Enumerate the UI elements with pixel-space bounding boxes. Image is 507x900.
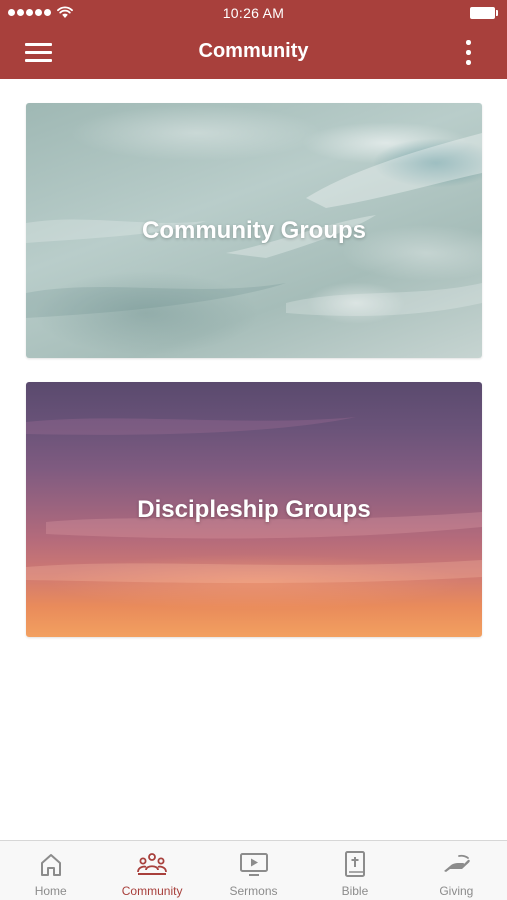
- play-screen-icon: [239, 853, 268, 876]
- tab-community[interactable]: Community: [101, 841, 202, 900]
- tab-bar: Home Community Sermons Bible Giving: [0, 840, 507, 900]
- status-time: 10:26 AM: [222, 5, 285, 21]
- giving-hand-icon: [444, 854, 471, 872]
- app-header: 10:26 AM Community: [0, 0, 507, 79]
- card-title: Discipleship Groups: [137, 495, 371, 523]
- nav-bar: Community: [0, 26, 507, 79]
- page-title: Community: [198, 40, 309, 62]
- discipleship-groups-card[interactable]: Discipleship Groups: [26, 382, 482, 637]
- tab-home[interactable]: Home: [0, 841, 101, 900]
- vertical-ellipsis-icon[interactable]: [456, 38, 480, 68]
- battery-icon: [470, 7, 498, 19]
- status-bar: 10:26 AM: [0, 0, 507, 26]
- tab-label: Home: [34, 884, 67, 898]
- community-groups-card[interactable]: Community Groups: [26, 103, 482, 358]
- tab-label: Community: [121, 884, 183, 898]
- home-icon: [40, 854, 61, 876]
- tab-sermons[interactable]: Sermons: [203, 841, 304, 900]
- bible-icon: [344, 851, 365, 877]
- tab-label: Sermons: [229, 884, 278, 898]
- community-screen: 10:26 AM Community Community Groups Disc…: [0, 0, 507, 900]
- people-icon: [137, 853, 168, 875]
- tab-label: Bible: [341, 884, 369, 898]
- card-title: Community Groups: [141, 216, 366, 244]
- tab-bible[interactable]: Bible: [304, 841, 405, 900]
- tab-label: Giving: [439, 884, 474, 898]
- tab-giving[interactable]: Giving: [406, 841, 507, 900]
